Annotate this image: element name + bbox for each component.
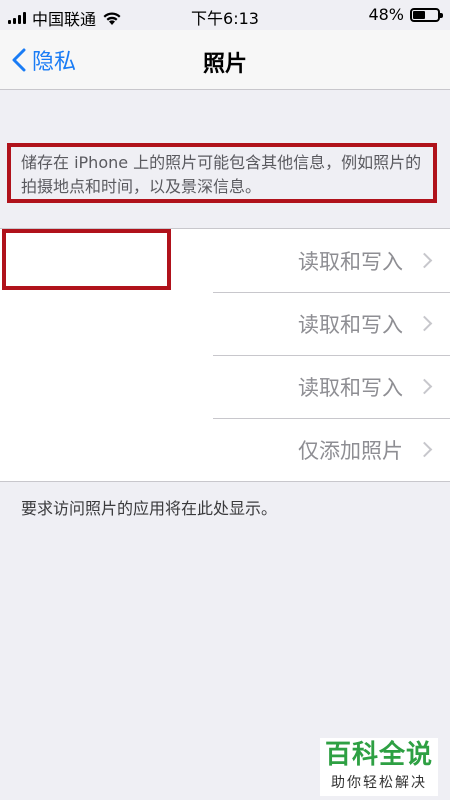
navigation-bar: 隐私 照片 bbox=[0, 30, 450, 90]
permission-value: 读取和写入 bbox=[298, 249, 403, 274]
footer-note: 要求访问照片的应用将在此处显示。 bbox=[21, 499, 278, 518]
watermark-sub: 助你轻松解决 bbox=[331, 775, 427, 791]
app-row[interactable]: 读取和写入 bbox=[0, 355, 450, 418]
battery-percent: 48% bbox=[368, 5, 404, 24]
battery-fill bbox=[413, 10, 425, 19]
watermark-logo: 百科全说 助你轻松解决 bbox=[320, 738, 438, 796]
app-permission-list: 读取和写入 读取和写入 读取和写入 仅添加照片 bbox=[0, 228, 450, 482]
chevron-right-icon bbox=[416, 378, 433, 395]
page-title: 照片 bbox=[202, 52, 247, 77]
status-right: 48% bbox=[368, 5, 443, 24]
status-bar: 中国联通 下午6:13 48% bbox=[0, 0, 450, 30]
permission-value: 读取和写入 bbox=[298, 312, 403, 337]
battery-icon bbox=[410, 7, 443, 22]
watermark-main: 百科全说 bbox=[324, 740, 433, 770]
permission-value: 读取和写入 bbox=[298, 375, 403, 400]
chevron-right-icon bbox=[416, 441, 433, 458]
info-description: 储存在 iPhone 上的照片可能包含其他信息，例如照片的拍摄地点和时间，以及景… bbox=[7, 143, 437, 203]
permission-value: 仅添加照片 bbox=[298, 438, 403, 463]
app-name-placeholder bbox=[2, 229, 171, 290]
chevron-right-icon bbox=[416, 252, 433, 269]
app-row[interactable]: 仅添加照片 bbox=[0, 418, 450, 481]
app-row[interactable]: 读取和写入 bbox=[0, 229, 450, 292]
app-row[interactable]: 读取和写入 bbox=[0, 292, 450, 355]
chevron-right-icon bbox=[416, 315, 433, 332]
